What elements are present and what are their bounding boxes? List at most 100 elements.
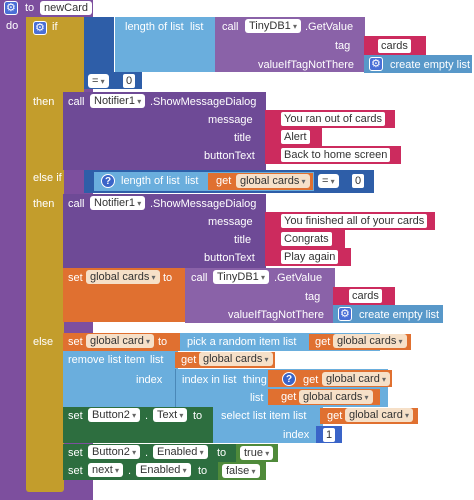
notifier1-component[interactable]: Notifier1	[90, 94, 146, 108]
message-string-1[interactable]: You ran out of cards	[281, 112, 386, 126]
false-value[interactable]: false	[222, 464, 260, 478]
remove-get-label: get	[181, 354, 197, 366]
set-btn-text-prop[interactable]: Text	[153, 408, 188, 422]
set-cards-var[interactable]: global cards	[86, 270, 160, 284]
create-empty-label: create empty list	[390, 59, 471, 71]
procedure-do-label: do	[6, 20, 19, 32]
set-btn-text-component[interactable]: Button2	[88, 408, 141, 422]
set-btn-text-dot: .	[145, 410, 149, 422]
notifier1-buttontext-label: buttonText	[204, 150, 255, 162]
notifier1-method: .ShowMessageDialog	[150, 96, 257, 108]
tinydb2-call-label: call	[191, 272, 208, 284]
tinydb2-component[interactable]: TinyDB1	[213, 270, 270, 284]
select-var-field[interactable]: global card	[345, 408, 414, 422]
select-index-label: index	[283, 429, 310, 441]
tinydb-call-label: call	[222, 21, 239, 33]
set-btn-enabled-to: to	[217, 447, 227, 459]
set-cards-to: to	[163, 272, 173, 284]
true-value[interactable]: true	[240, 446, 274, 460]
notifier2-method: .ShowMessageDialog	[150, 198, 257, 210]
set-btn-enabled-dot: .	[145, 447, 149, 459]
pick-list-label: list	[283, 336, 297, 348]
select-get-label: get	[327, 410, 343, 422]
select-list-label: list	[293, 410, 307, 422]
thing-get-label: get	[303, 374, 319, 386]
pick-random-label: pick a random item	[187, 336, 280, 348]
notifier2-call-label: call	[68, 198, 85, 210]
tinydb-tag-label: tag	[335, 40, 351, 52]
if-gear-icon[interactable]	[33, 21, 47, 35]
create-empty-gear-icon-2[interactable]	[338, 307, 352, 321]
set-btn-text-to: to	[193, 410, 203, 422]
if-label: if	[52, 21, 58, 33]
notifier2-message-label: message	[208, 216, 253, 228]
index-list-get-label: get	[281, 391, 297, 403]
create-empty-label-2: create empty list	[359, 309, 440, 321]
remove-index-label: index	[136, 374, 163, 386]
pick-get-label: get	[315, 336, 331, 348]
tinydb-component[interactable]: TinyDB1	[245, 19, 302, 33]
procedure-to-label: to	[25, 2, 35, 14]
then1-label: then	[33, 96, 55, 108]
index-list-var-field[interactable]: global cards	[299, 390, 373, 404]
thing-help-icon[interactable]: ?	[282, 372, 296, 386]
notifier1-title-label: title	[234, 132, 252, 144]
set-next-dot: .	[128, 465, 132, 477]
tinydb2-valueiftag-label: valueIfTagNotThere	[228, 309, 324, 321]
pick-var-field[interactable]: global cards	[333, 334, 407, 348]
length-of-list-label: length of list	[125, 21, 184, 33]
set-card-label: set	[68, 336, 83, 348]
tag-string-value[interactable]: cards	[378, 39, 411, 53]
if-compare-num[interactable]: 0	[123, 74, 136, 88]
else-label: else	[33, 336, 54, 348]
set-btn-text-label: set	[68, 410, 83, 422]
procedure-footer	[26, 491, 93, 500]
button-string-2[interactable]: Play again	[281, 250, 339, 264]
tinydb-method-label: .GetValue	[305, 21, 354, 33]
elseif-help-icon[interactable]: ?	[101, 174, 115, 188]
elseif-var-field[interactable]: global cards	[236, 174, 310, 188]
message-string-2[interactable]: You finished all of your cards	[281, 214, 428, 228]
remove-label: remove list item	[68, 354, 146, 366]
length-list-label: list	[190, 21, 204, 33]
elseif-list-label: list	[185, 175, 199, 187]
elseif-get-label: get	[216, 175, 232, 187]
thing-var-field[interactable]: global card	[322, 372, 391, 386]
notifier1-message-label: message	[208, 114, 253, 126]
elseif-op[interactable]: =	[318, 174, 339, 188]
notifier1-call-label: call	[68, 96, 85, 108]
tag-string-2[interactable]: cards	[349, 289, 382, 303]
select-index-number[interactable]: 1	[323, 428, 336, 442]
set-card-to: to	[158, 336, 168, 348]
title-string-2[interactable]: Congrats	[281, 232, 332, 246]
procedure-name-field[interactable]: newCard	[40, 1, 93, 15]
remove-list-label: list	[150, 354, 164, 366]
remove-var-field[interactable]: global cards	[199, 352, 273, 366]
notifier2-buttontext-label: buttonText	[204, 252, 255, 264]
procedure-gear-icon[interactable]	[4, 1, 18, 15]
set-next-label: set	[68, 465, 83, 477]
set-next-to: to	[198, 465, 208, 477]
elseif-length-label: length of list	[121, 175, 180, 187]
set-next-component[interactable]: next	[88, 463, 124, 477]
index-list-label: list	[250, 392, 264, 404]
then2-label: then	[33, 198, 55, 210]
tinydb2-method: .GetValue	[274, 272, 323, 284]
index-in-list-label: index in list	[182, 374, 237, 386]
elseif-num[interactable]: 0	[352, 174, 365, 188]
elseif-label: else if	[33, 172, 62, 184]
tinydb2-tag-label: tag	[305, 291, 321, 303]
create-empty-gear-icon[interactable]	[369, 57, 383, 71]
set-cards-label: set	[68, 272, 83, 284]
set-next-prop[interactable]: Enabled	[136, 463, 191, 477]
set-btn-enabled-component[interactable]: Button2	[88, 445, 141, 459]
set-card-var[interactable]: global card	[86, 334, 155, 348]
thing-label: thing	[243, 374, 267, 386]
if-compare-op[interactable]: =	[88, 74, 109, 88]
set-btn-enabled-prop[interactable]: Enabled	[153, 445, 208, 459]
notifier2-component[interactable]: Notifier1	[90, 196, 146, 210]
tinydb-valueiftag-label: valueIfTagNotThere	[258, 59, 354, 71]
select-list-item-label: select list item	[221, 410, 291, 422]
title-string-1[interactable]: Alert	[281, 130, 310, 144]
button-string-1[interactable]: Back to home screen	[281, 148, 391, 162]
